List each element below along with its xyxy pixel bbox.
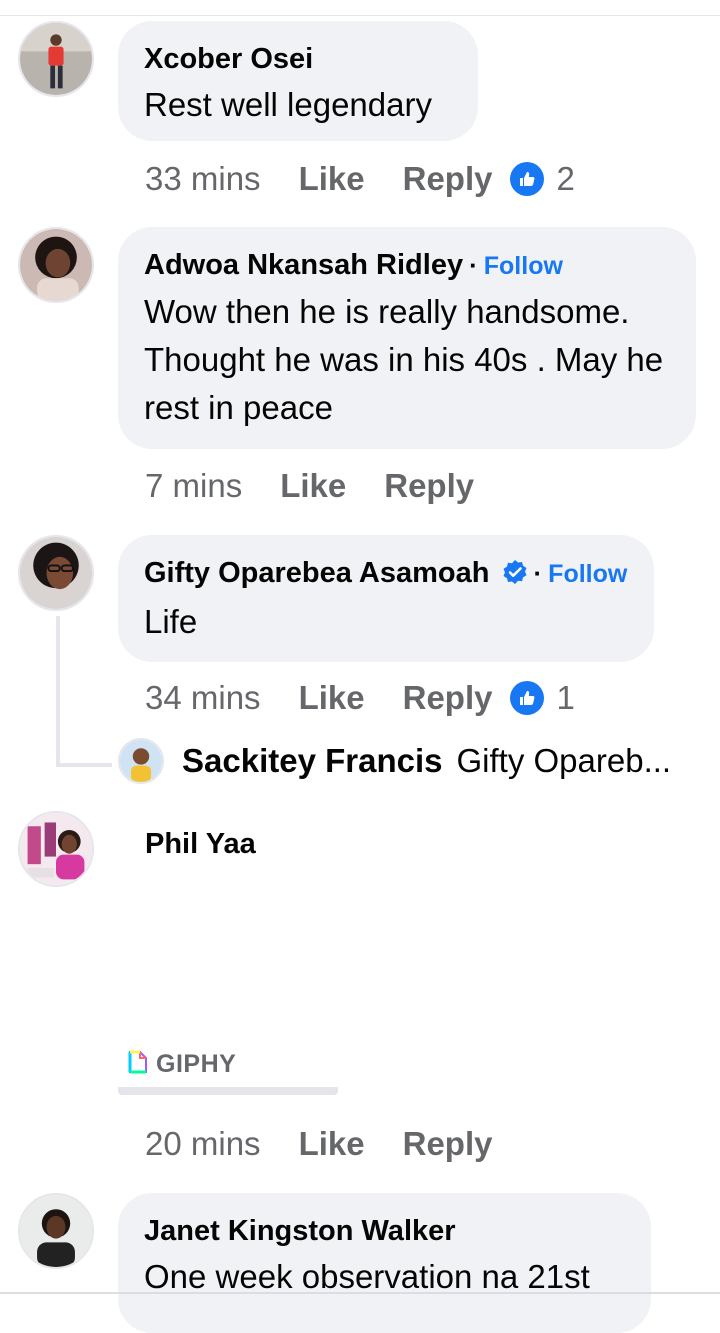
reply-button[interactable]: Reply (384, 467, 474, 505)
comment-time[interactable]: 20 mins (145, 1125, 261, 1163)
avatar[interactable] (18, 227, 94, 303)
like-button[interactable]: Like (299, 160, 365, 198)
comment-header: Adwoa Nkansah Ridley · Follow (144, 247, 670, 284)
comment-time[interactable]: 33 mins (145, 160, 261, 198)
like-button[interactable]: Like (280, 467, 346, 505)
thread-line (56, 616, 60, 766)
reply-author[interactable]: Sackitey Francis (182, 742, 443, 780)
reaction-count: 1 (556, 679, 575, 716)
comment-time[interactable]: 7 mins (145, 467, 242, 505)
comment-text: Rest well legendary (144, 86, 432, 123)
comment-text: Wow then he is really handsome. Thought … (144, 293, 664, 426)
follow-button[interactable]: Follow (548, 560, 627, 588)
comment-header: Gifty Oparebea Asamoah · Follow (144, 555, 628, 594)
separator-dot: · (469, 250, 478, 280)
comment-meta: 34 mins Like Reply 1 (145, 676, 575, 720)
top-divider (0, 15, 720, 16)
comment-meta: 33 mins Like Reply 2 (145, 157, 575, 201)
comment-time[interactable]: 34 mins (145, 679, 261, 717)
comment-author[interactable]: Adwoa Nkansah Ridley (144, 249, 463, 281)
avatar[interactable] (18, 1193, 94, 1269)
reaction-summary[interactable]: 2 (510, 160, 575, 198)
comment-meta: 20 mins Like Reply (145, 1122, 492, 1166)
like-button[interactable]: Like (299, 679, 365, 717)
thumbs-up-icon (510, 681, 545, 715)
verified-badge-icon (502, 558, 528, 594)
comment-bubble[interactable]: Gifty Oparebea Asamoah · Follow Life (118, 535, 654, 662)
comment-author[interactable]: Janet Kingston Walker (144, 1213, 625, 1249)
like-button[interactable]: Like (299, 1125, 365, 1163)
thread-connector (56, 763, 112, 767)
comment-bubble[interactable]: Janet Kingston Walker One week observati… (118, 1193, 651, 1333)
avatar[interactable] (18, 21, 94, 97)
comment-text: Life (144, 603, 198, 640)
bottom-divider (0, 1292, 720, 1294)
separator-dot: · (533, 558, 543, 588)
giphy-attribution[interactable]: GIPHY (128, 1050, 236, 1079)
comment-author[interactable]: Gifty Oparebea Asamoah (144, 557, 489, 589)
giphy-label: GIPHY (156, 1050, 237, 1078)
giphy-logo-icon (128, 1050, 148, 1079)
reaction-summary[interactable]: 1 (510, 679, 575, 717)
comment-author[interactable]: Xcober Osei (144, 41, 452, 77)
reply-text-preview: Gifty Opareb... (456, 742, 672, 779)
reply-preview[interactable]: Sackitey Francis Gifty Opareb... (118, 738, 671, 784)
avatar[interactable] (18, 535, 94, 611)
gif-placeholder[interactable] (118, 1087, 338, 1095)
avatar[interactable] (18, 811, 94, 887)
reply-button[interactable]: Reply (403, 1125, 493, 1163)
comment-meta: 7 mins Like Reply (145, 464, 474, 508)
avatar[interactable] (118, 738, 164, 784)
comment-author[interactable]: Phil Yaa (145, 828, 256, 861)
comment-bubble[interactable]: Adwoa Nkansah Ridley · Follow Wow then he … (118, 227, 696, 449)
reply-button[interactable]: Reply (403, 679, 493, 717)
comment-bubble[interactable]: Xcober Osei Rest well legendary (118, 21, 478, 141)
follow-button[interactable]: Follow (484, 252, 563, 280)
reaction-count: 2 (556, 160, 575, 197)
thumbs-up-icon (510, 162, 545, 196)
reply-button[interactable]: Reply (403, 160, 493, 198)
